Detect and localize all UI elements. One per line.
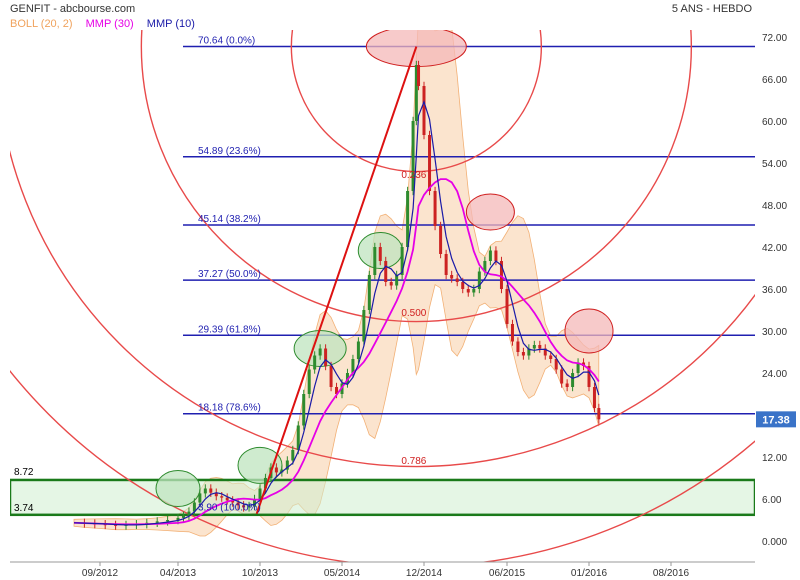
price-bar-59: [439, 226, 443, 254]
price-bar-72: [510, 324, 514, 342]
x-tick-3: 05/2014: [324, 568, 361, 579]
price-bar-81: [560, 369, 564, 384]
price-bar-25: [258, 488, 262, 499]
price-bar-61: [450, 275, 454, 279]
x-tick-7: 08/2016: [653, 568, 690, 579]
price-bar-58: [433, 191, 437, 226]
bollinger-band: [73, 30, 600, 537]
support-zone-bottom-label: 3.74: [14, 503, 34, 514]
fib-label-0: 70.64 (0.0%): [198, 36, 255, 47]
y-tick-3: 54.00: [762, 159, 787, 170]
x-tick-2: 10/2013: [242, 568, 279, 579]
y-tick-11: 6.00: [762, 495, 782, 506]
price-bar-64: [466, 289, 470, 293]
y-tick-10: 12.00: [762, 453, 787, 464]
price-bar-36: [318, 348, 322, 356]
price-bar-33: [302, 394, 306, 426]
price-bar-87: [592, 387, 596, 408]
highlight-ellipse-0: [155, 470, 201, 507]
price-bar-71: [505, 289, 509, 324]
price-bar-38: [329, 366, 333, 387]
highlight-ellipse-5: [465, 193, 515, 231]
y-tick-8: 24.00: [762, 369, 787, 380]
y-tick-2: 60.00: [762, 117, 787, 128]
fib-label-1: 54.89 (23.6%): [198, 146, 261, 157]
fib-label-6: 3.90 (100.0%): [198, 503, 261, 514]
price-bar-9: [166, 520, 170, 522]
x-tick-5: 06/2015: [489, 568, 526, 579]
price-bar-34: [307, 369, 311, 394]
price-chart: 8.72 3.74 70.64 (0.0%) 54.89 (23.6%) 45.14 (…: [10, 30, 796, 579]
price-bar-62: [455, 278, 459, 282]
y-tick-1: 66.00: [762, 75, 787, 86]
price-bar-69: [494, 250, 498, 261]
fan-arc-label-1: 0.500: [401, 308, 426, 319]
x-tick-4: 12/2014: [406, 568, 443, 579]
price-bar-76: [532, 345, 536, 349]
price-bar-65: [472, 289, 476, 293]
price-bar-44: [362, 310, 366, 342]
price-bar-28: [274, 467, 278, 473]
fib-label-3: 37.27 (50.0%): [198, 269, 261, 280]
price-bar-79: [549, 355, 553, 359]
price-bar-83: [571, 373, 575, 387]
y-tick-12: 0.000: [762, 537, 787, 548]
price-bar-11: [181, 515, 185, 518]
price-bar-43: [356, 341, 360, 359]
price-bar-18: [220, 496, 224, 498]
price-bar-60: [444, 254, 448, 275]
fib-label-2: 45.14 (38.2%): [198, 214, 261, 225]
price-bar-37: [324, 348, 328, 366]
highlight-ellipse-6: [564, 308, 614, 354]
y-tick-4: 48.00: [762, 201, 787, 212]
price-bar-88: [597, 408, 601, 420]
fib-label-5: 18.18 (78.6%): [198, 403, 261, 414]
x-tick-6: 01/2016: [571, 568, 608, 579]
price-bar-73: [516, 341, 520, 352]
price-bar-57: [428, 135, 432, 191]
price-bar-77: [538, 345, 542, 349]
price-bar-31: [291, 450, 295, 461]
price-bar-82: [565, 383, 569, 387]
price-bar-68: [488, 250, 492, 261]
price-bar-46: [373, 247, 377, 275]
price-bar-35: [313, 355, 317, 370]
fan-arc-label-2: 0.786: [401, 456, 426, 467]
x-tick-1: 04/2013: [160, 568, 197, 579]
y-tick-6: 36.00: [762, 285, 787, 296]
price-bar-14: [198, 493, 202, 503]
price-bar-74: [521, 352, 525, 356]
price-bar-16: [209, 488, 213, 493]
support-zone-top-label: 8.72: [14, 467, 34, 478]
last-price-label: 17.38: [762, 414, 790, 426]
price-bar-63: [461, 282, 465, 289]
x-tick-0: 09/2012: [82, 568, 119, 579]
fan-arc-label-0: 0.236: [401, 170, 426, 181]
y-tick-0: 72.00: [762, 33, 787, 44]
price-bar-19: [225, 497, 229, 501]
price-bar-56: [422, 86, 426, 135]
price-bar-48: [384, 261, 388, 282]
price-bar-45: [367, 275, 371, 310]
y-tick-5: 42.00: [762, 243, 787, 254]
price-bar-55: [417, 65, 421, 86]
price-bar-47: [378, 247, 382, 261]
support-zone: [10, 478, 755, 517]
price-bar-49: [389, 282, 393, 286]
price-bar-15: [203, 488, 207, 494]
y-tick-7: 30.00: [762, 327, 787, 338]
fib-label-4: 29.39 (61.8%): [198, 324, 261, 335]
